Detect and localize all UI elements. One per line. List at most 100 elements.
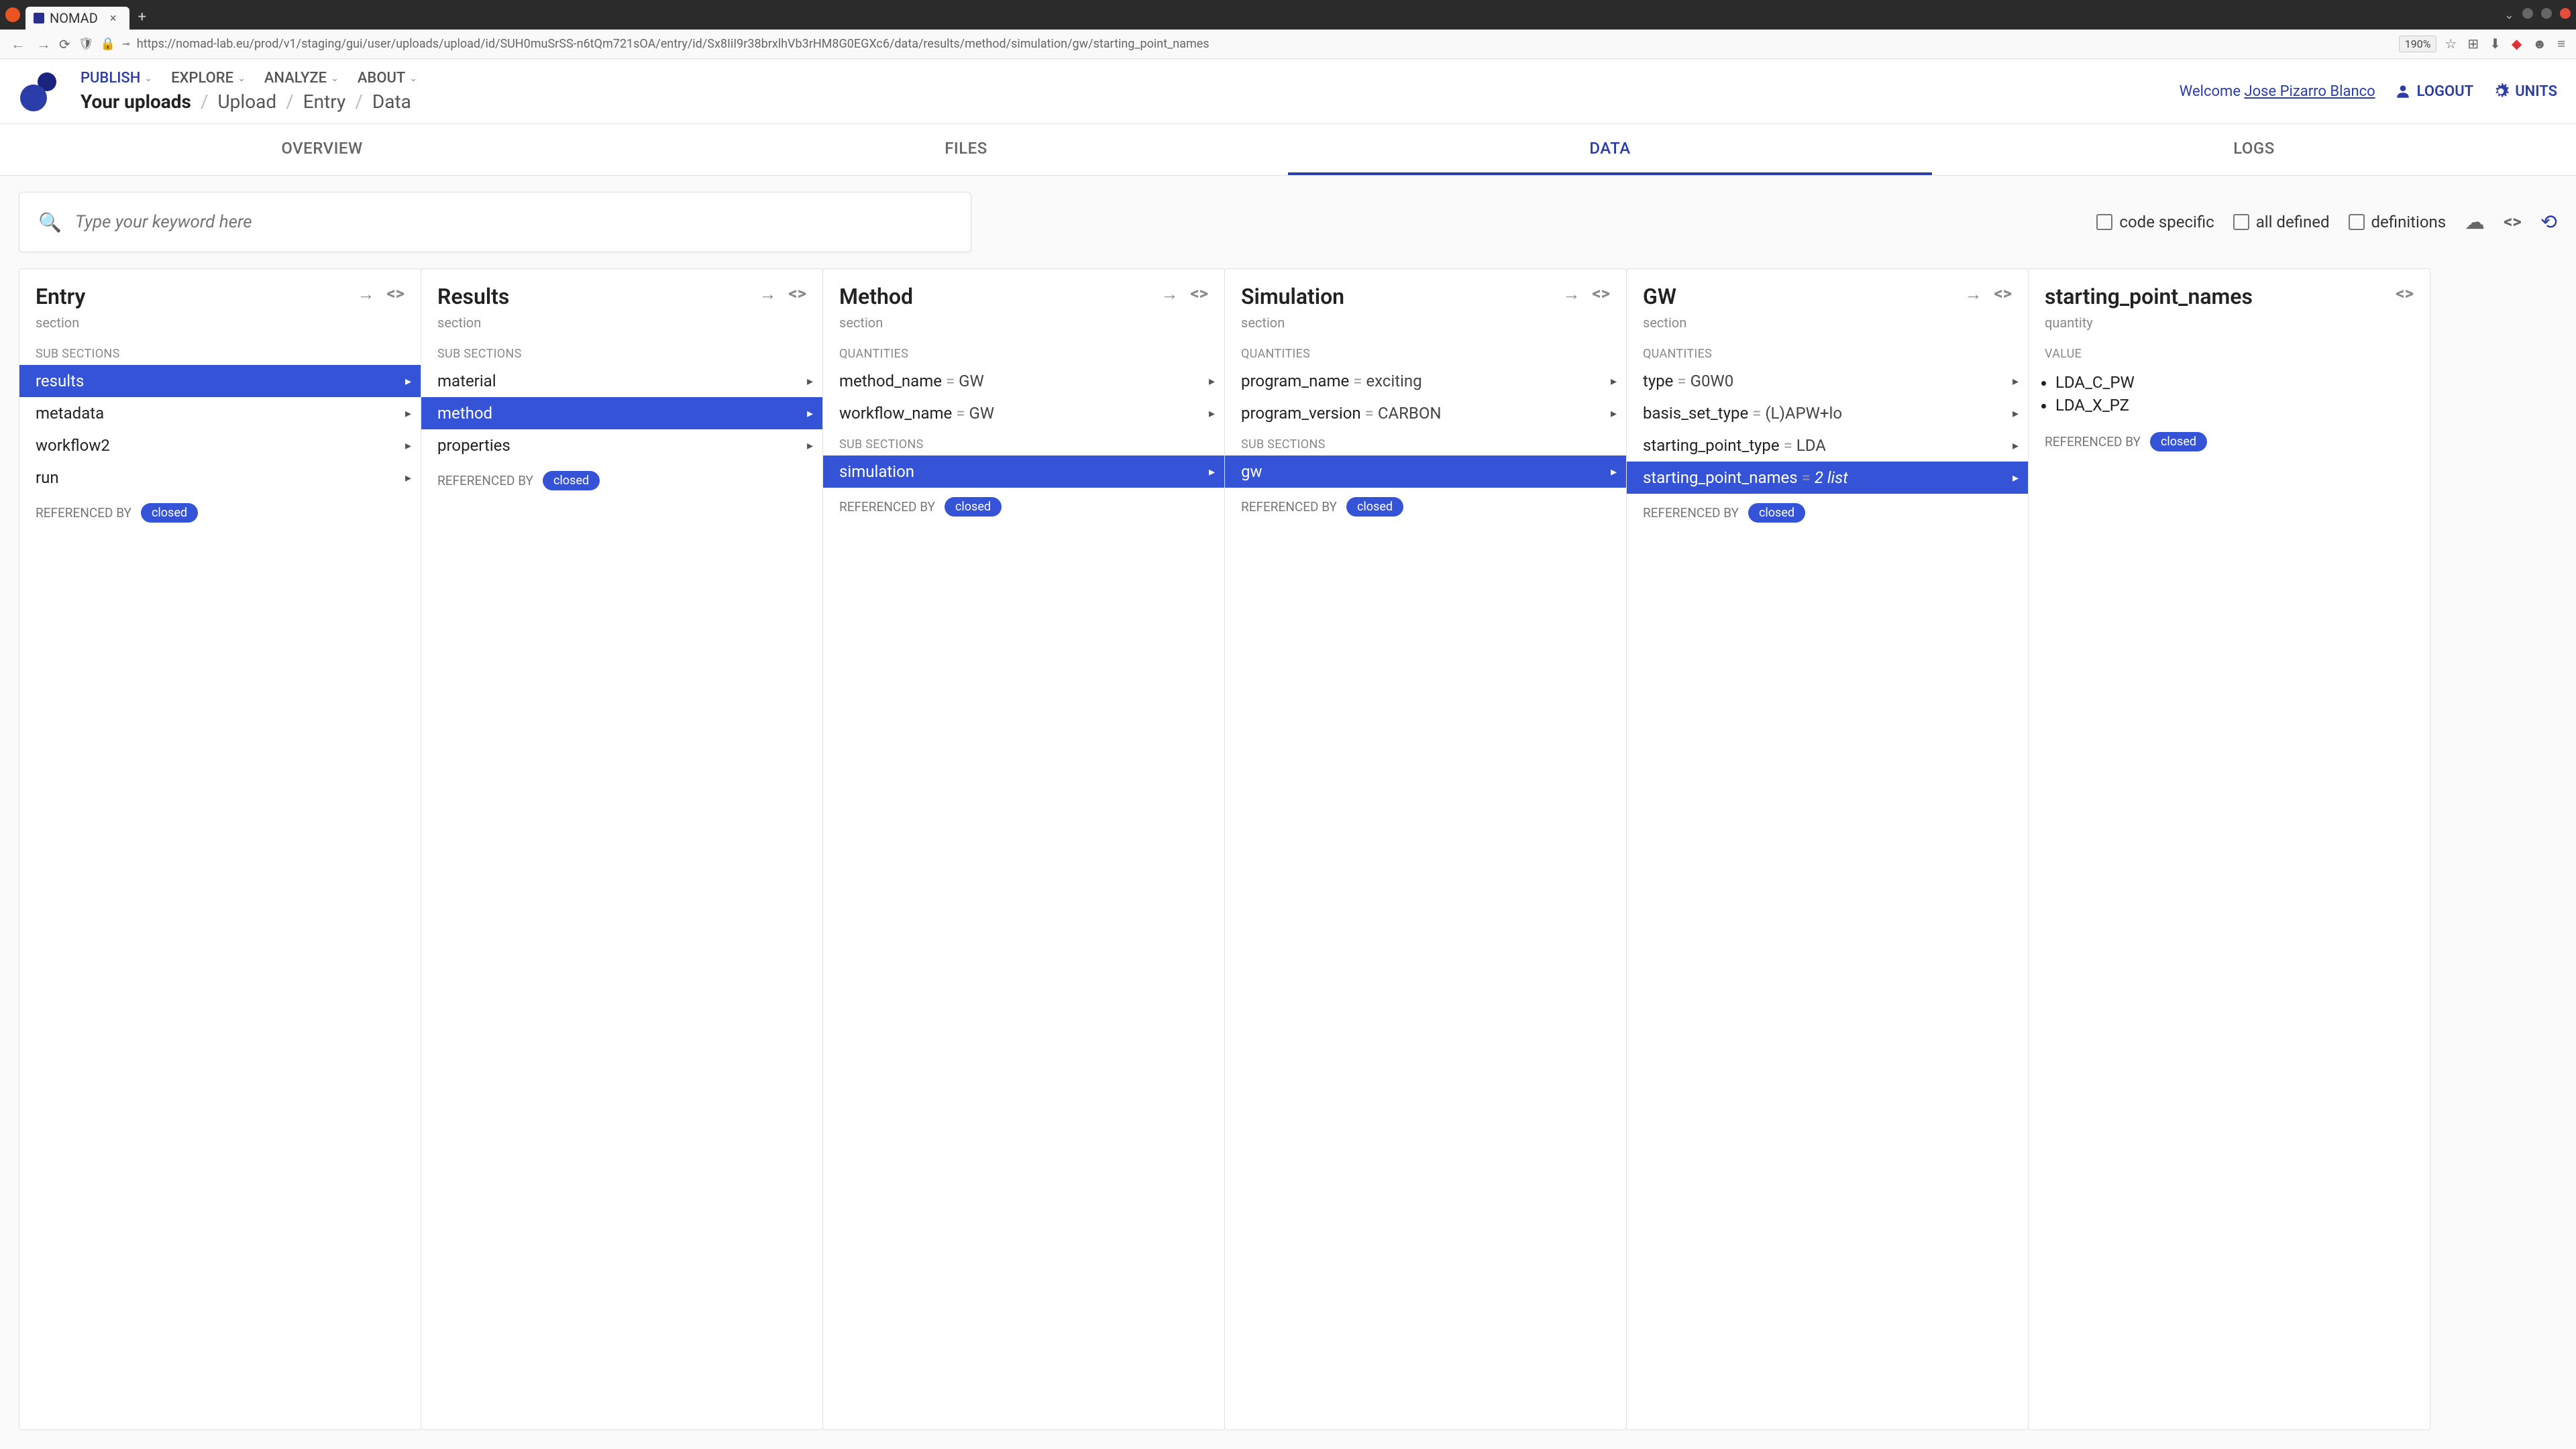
bookmark-icon[interactable]: ☆	[2445, 36, 2457, 52]
tab-overview[interactable]: OVERVIEW	[0, 124, 644, 175]
right-arrow-icon[interactable]: →	[357, 284, 374, 305]
closed-badge[interactable]: closed	[543, 471, 600, 490]
search-box[interactable]: 🔍	[19, 192, 971, 252]
browser-chrome: NOMAD × + ⌄	[0, 0, 2576, 30]
nomad-logo-icon[interactable]	[19, 70, 62, 113]
subsections-label: SUB SECTIONS	[421, 339, 822, 365]
breadcrumb-entry[interactable]: Entry	[303, 91, 346, 113]
column-subtitle: quantity	[2029, 315, 2430, 339]
tab-data[interactable]: DATA	[1288, 124, 1932, 175]
tab-files[interactable]: FILES	[644, 124, 1288, 175]
code-brackets-icon[interactable]: <>	[1994, 284, 2012, 305]
nav-publish[interactable]: PUBLISH⌄	[80, 70, 152, 87]
quantity-row-starting_point_type[interactable]: starting_point_type=LDA ▸	[1627, 429, 2028, 462]
cloud-download-icon[interactable]: ☁	[2465, 211, 2485, 234]
quantity-row-starting_point_names[interactable]: starting_point_names=2 list ▸	[1627, 462, 2028, 494]
quantity-row-program_version[interactable]: program_version=CARBON ▸	[1225, 397, 1626, 429]
quantity-row-type[interactable]: type=G0W0 ▸	[1627, 365, 2028, 397]
right-arrow-icon[interactable]: →	[1964, 284, 1982, 305]
code-brackets-icon[interactable]: <>	[788, 284, 806, 305]
new-tab-button[interactable]: +	[138, 9, 146, 25]
subsection-row-simulation[interactable]: simulation ▸	[823, 455, 1224, 488]
closed-badge[interactable]: closed	[1748, 503, 1805, 523]
forward-icon[interactable]: →	[36, 36, 51, 53]
right-arrow-icon[interactable]: →	[759, 284, 776, 305]
chevron-down-icon: ⌄	[237, 73, 246, 84]
referenced-by-label: REFERENCED BY	[1643, 505, 1739, 521]
chevron-right-icon: ▸	[807, 374, 813, 388]
quantity-row-basis_set_type[interactable]: basis_set_type=(L)APW+lo ▸	[1627, 397, 2028, 429]
tab-close-icon[interactable]: ×	[110, 11, 117, 25]
closed-badge[interactable]: closed	[141, 503, 198, 523]
right-arrow-icon[interactable]: →	[1161, 284, 1178, 305]
quantity-row-workflow_name[interactable]: workflow_name=GW ▸	[823, 397, 1224, 429]
chevron-right-icon: ▸	[1611, 465, 1617, 479]
profile-icon[interactable]: ☻	[2532, 36, 2546, 52]
check-code-specific[interactable]: code specific	[2096, 213, 2214, 231]
column-header-icons: → <>	[357, 284, 405, 305]
closed-badge[interactable]: closed	[945, 497, 1002, 517]
quantity-value: (L)APW+lo	[1765, 404, 1842, 423]
row-label: results	[36, 372, 84, 390]
referenced-by: REFERENCED BY closed	[1225, 488, 1626, 526]
closed-badge[interactable]: closed	[2150, 432, 2207, 451]
subsections-label: SUB SECTIONS	[1225, 429, 1626, 455]
subsection-row-method[interactable]: method ▸	[421, 397, 822, 429]
user-link[interactable]: Jose Pizarro Blanco	[2244, 83, 2375, 100]
check-all-defined[interactable]: all defined	[2233, 213, 2330, 231]
quantity-row-method_name[interactable]: method_name=GW ▸	[823, 365, 1224, 397]
subsection-row-metadata[interactable]: metadata ▸	[19, 397, 421, 429]
extensions-icon[interactable]: ⊞	[2467, 36, 2479, 52]
tab-favicon-icon	[34, 13, 44, 23]
value-label: VALUE	[2029, 339, 2430, 365]
code-brackets-icon[interactable]: <>	[2504, 212, 2522, 232]
back-icon[interactable]: ←	[11, 36, 25, 53]
window-minimize-icon[interactable]	[2522, 8, 2533, 19]
zoom-level[interactable]: 190%	[2399, 36, 2437, 52]
nav-explore[interactable]: EXPLORE⌄	[171, 70, 246, 87]
download-icon[interactable]: ⬇	[2489, 36, 2501, 52]
chevron-right-icon: ▸	[405, 407, 411, 421]
quantity-row-program_name[interactable]: program_name=exciting ▸	[1225, 365, 1626, 397]
column-header-icons: <>	[2396, 284, 2414, 304]
browser-tab[interactable]: NOMAD ×	[25, 7, 129, 30]
right-arrow-icon[interactable]: →	[1562, 284, 1580, 305]
search-input[interactable]	[75, 212, 952, 232]
extension-red-icon[interactable]: ◆	[2512, 36, 2522, 52]
quantities-label: QUANTITIES	[1627, 339, 2028, 365]
subsection-row-run[interactable]: run ▸	[19, 462, 421, 494]
check-definitions[interactable]: definitions	[2349, 213, 2447, 231]
code-brackets-icon[interactable]: <>	[1190, 284, 1208, 305]
units-button[interactable]: UNITS	[2492, 83, 2557, 100]
column-entry: Entry → <> sectionSUB SECTIONS results ▸…	[19, 268, 421, 1430]
subsection-row-material[interactable]: material ▸	[421, 365, 822, 397]
closed-badge[interactable]: closed	[1346, 497, 1403, 517]
subsection-row-workflow2[interactable]: workflow2 ▸	[19, 429, 421, 462]
refresh-icon[interactable]: ⟲	[2540, 211, 2557, 234]
referenced-by-label: REFERENCED BY	[437, 473, 533, 488]
nav-analyze[interactable]: ANALYZE⌄	[264, 70, 339, 87]
code-brackets-icon[interactable]: <>	[2396, 284, 2414, 304]
chevron-right-icon: ▸	[1611, 407, 1617, 421]
chevron-down-icon[interactable]: ⌄	[2504, 8, 2514, 22]
subsection-row-properties[interactable]: properties ▸	[421, 429, 822, 462]
nav-about[interactable]: ABOUT⌄	[358, 70, 417, 87]
logout-button[interactable]: LOGOUT	[2394, 83, 2474, 100]
code-brackets-icon[interactable]: <>	[386, 284, 405, 305]
subsection-row-results[interactable]: results ▸	[19, 365, 421, 397]
breadcrumb-data[interactable]: Data	[372, 91, 411, 113]
column-header: Simulation → <>	[1225, 269, 1626, 315]
column-title: Simulation	[1241, 284, 1344, 309]
tab-logs[interactable]: LOGS	[1932, 124, 2576, 175]
code-brackets-icon[interactable]: <>	[1592, 284, 1610, 305]
breadcrumb-root[interactable]: Your uploads	[80, 91, 191, 113]
window-maximize-icon[interactable]	[2541, 8, 2552, 19]
reload-icon[interactable]: ⟳	[59, 36, 70, 52]
referenced-by: REFERENCED BY closed	[2029, 423, 2430, 461]
breadcrumb-upload[interactable]: Upload	[218, 91, 277, 113]
subsection-row-gw[interactable]: gw ▸	[1225, 455, 1626, 488]
window-close-icon[interactable]	[2560, 8, 2571, 19]
menu-icon[interactable]: ≡	[2557, 36, 2565, 52]
column-simulation: Simulation → <> sectionQUANTITIES progra…	[1224, 268, 1627, 1430]
url-field[interactable]: 🛡 🔒 ⊸ https://nomad-lab.eu/prod/v1/stagi…	[78, 37, 2391, 51]
